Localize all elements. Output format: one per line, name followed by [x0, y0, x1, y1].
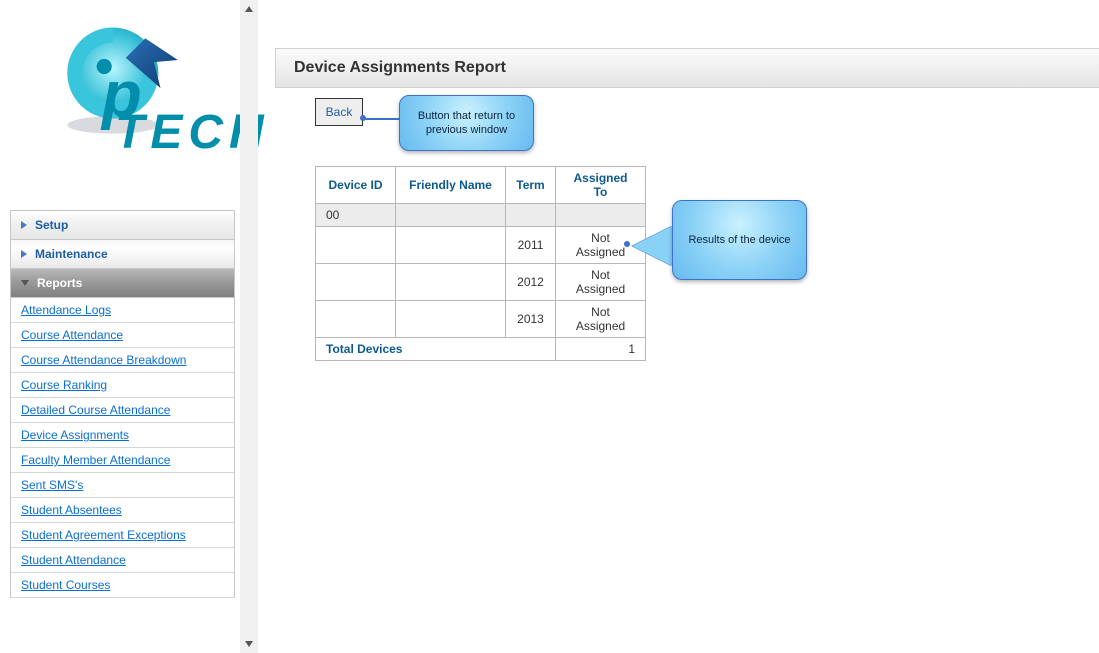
nav-link[interactable]: Detailed Course Attendance	[21, 403, 170, 417]
table-header-row: Device ID Friendly Name Term Assigned To	[316, 167, 646, 204]
cell-term: 2013	[506, 301, 556, 338]
nav-reports-list: Attendance Logs Course Attendance Course…	[11, 298, 234, 598]
nav-item-student-absentees[interactable]: Student Absentees	[11, 498, 234, 523]
nav-item-course-ranking[interactable]: Course Ranking	[11, 373, 234, 398]
nav-section-label: Reports	[37, 276, 82, 290]
nav-item-student-courses[interactable]: Student Courses	[11, 573, 234, 598]
annotation-pointer-arrow	[632, 226, 672, 266]
table-row: 2011 Not Assigned	[316, 227, 646, 264]
nav-section-reports[interactable]: Reports	[11, 269, 234, 298]
nav-item-course-attendance-breakdown[interactable]: Course Attendance Breakdown	[11, 348, 234, 373]
cell-term: 2011	[506, 227, 556, 264]
nav-section-setup[interactable]: Setup	[11, 211, 234, 240]
table-row: 00	[316, 204, 646, 227]
page-title: Device Assignments Report	[275, 48, 1099, 88]
chevron-right-icon	[21, 250, 27, 258]
nav-item-device-assignments[interactable]: Device Assignments	[11, 423, 234, 448]
nav-item-detailed-course-attendance[interactable]: Detailed Course Attendance	[11, 398, 234, 423]
nav-item-attendance-logs[interactable]: Attendance Logs	[11, 298, 234, 323]
col-friendly-name: Friendly Name	[396, 167, 506, 204]
total-devices-value: 1	[556, 338, 646, 361]
scroll-up-button[interactable]	[240, 0, 258, 18]
total-devices-label: Total Devices	[316, 338, 556, 361]
nav-item-course-attendance[interactable]: Course Attendance	[11, 323, 234, 348]
cell-device-id	[316, 301, 396, 338]
nav-section-maintenance[interactable]: Maintenance	[11, 240, 234, 269]
nav-link[interactable]: Student Attendance	[21, 553, 126, 567]
nav-link[interactable]: Student Absentees	[21, 503, 122, 517]
chevron-up-icon	[244, 4, 254, 14]
cell-friendly	[396, 204, 506, 227]
annotation-callout-back: Button that return to previous window	[399, 95, 534, 151]
sidebar: p TECH Setup Maintenance Reports Attenda…	[10, 0, 235, 598]
table-row: 2012 Not Assigned	[316, 264, 646, 301]
main-content: Device Assignments Report Back Device ID…	[275, 0, 1099, 361]
col-term: Term	[506, 167, 556, 204]
nav-section-label: Maintenance	[35, 247, 108, 261]
chevron-down-icon	[244, 639, 254, 649]
nav-item-student-attendance[interactable]: Student Attendance	[11, 548, 234, 573]
col-device-id: Device ID	[316, 167, 396, 204]
cell-assigned: Not Assigned	[556, 264, 646, 301]
nav-link[interactable]: Student Courses	[21, 578, 110, 592]
nav-link[interactable]: Attendance Logs	[21, 303, 111, 317]
cell-term: 2012	[506, 264, 556, 301]
annotation-pointer-line	[363, 118, 399, 120]
cell-device-id	[316, 264, 396, 301]
nav: Setup Maintenance Reports Attendance Log…	[10, 210, 235, 598]
cell-device-id	[316, 227, 396, 264]
nav-section-label: Setup	[35, 218, 68, 232]
scroll-down-button[interactable]	[240, 635, 258, 653]
col-assigned-to: Assigned To	[556, 167, 646, 204]
cell-assigned: Not Assigned	[556, 301, 646, 338]
nav-link[interactable]: Course Attendance	[21, 328, 123, 342]
nav-link[interactable]: Course Attendance Breakdown	[21, 353, 186, 367]
back-button[interactable]: Back	[315, 98, 363, 126]
nav-link[interactable]: Sent SMS's	[21, 478, 83, 492]
table-row: 2013 Not Assigned	[316, 301, 646, 338]
nav-item-faculty-member-attendance[interactable]: Faculty Member Attendance	[11, 448, 234, 473]
annotation-pointer-dot	[624, 241, 630, 247]
nav-link[interactable]: Course Ranking	[21, 378, 107, 392]
nav-item-sent-sms[interactable]: Sent SMS's	[11, 473, 234, 498]
nav-item-student-agreement-exceptions[interactable]: Student Agreement Exceptions	[11, 523, 234, 548]
logo: p TECH	[10, 0, 250, 210]
chevron-down-icon	[21, 280, 29, 286]
cell-term	[506, 204, 556, 227]
nav-link[interactable]: Faculty Member Attendance	[21, 453, 170, 467]
cell-friendly	[396, 264, 506, 301]
chevron-right-icon	[21, 221, 27, 229]
cell-friendly	[396, 227, 506, 264]
cell-device-id: 00	[316, 204, 396, 227]
nav-link[interactable]: Device Assignments	[21, 428, 129, 442]
device-assignments-table: Device ID Friendly Name Term Assigned To…	[315, 166, 646, 361]
annotation-callout-results: Results of the device	[672, 200, 807, 280]
cell-assigned	[556, 204, 646, 227]
nav-link[interactable]: Student Agreement Exceptions	[21, 528, 186, 542]
table-total-row: Total Devices 1	[316, 338, 646, 361]
scroll-gutter	[240, 0, 258, 653]
cell-friendly	[396, 301, 506, 338]
